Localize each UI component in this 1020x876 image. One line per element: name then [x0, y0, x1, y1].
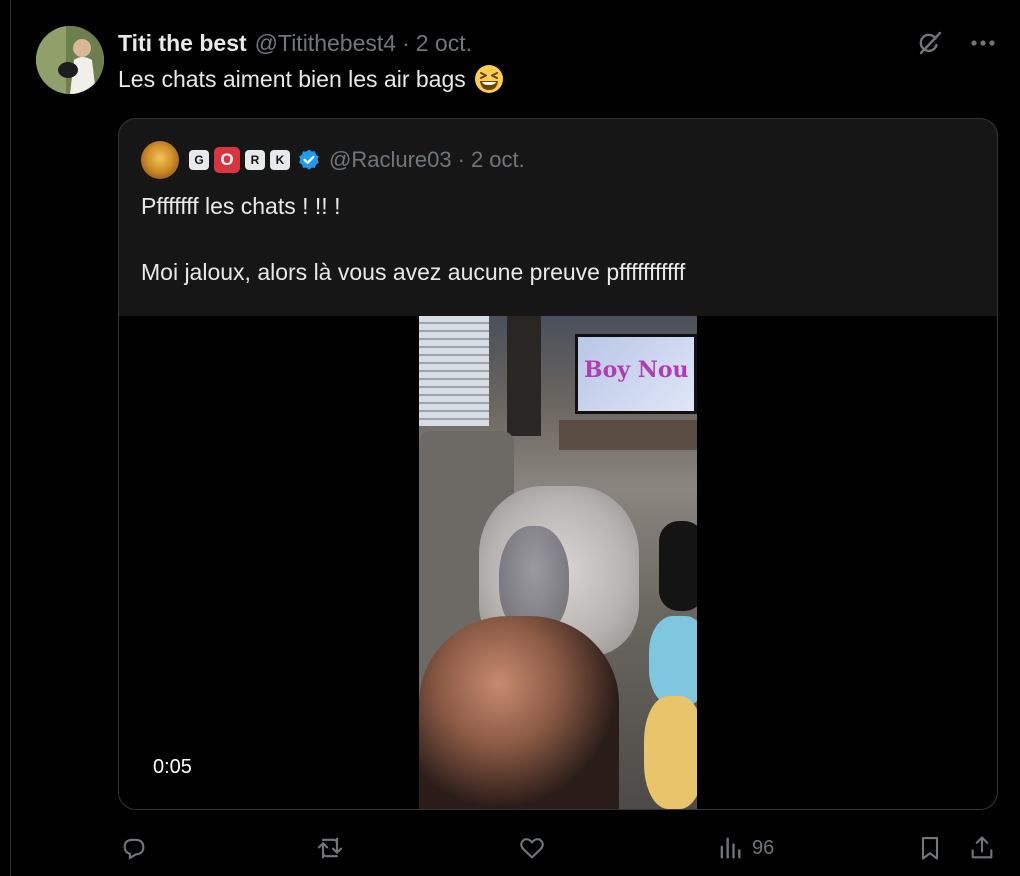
quoted-handle[interactable]: @Raclure03 — [329, 147, 452, 173]
bookmark-button[interactable] — [916, 826, 944, 870]
blue-pillow — [649, 616, 697, 706]
reply-icon — [123, 838, 145, 860]
reply-button[interactable] — [120, 826, 148, 870]
tv-screen: Boy Nou — [575, 334, 697, 414]
share-button[interactable] — [968, 826, 996, 870]
repost-icon — [317, 837, 343, 859]
view-count: 96 — [752, 836, 775, 859]
badge-letter-k: K — [270, 150, 290, 170]
display-name[interactable]: Titi the best — [118, 30, 247, 57]
tweet-top-actions — [914, 28, 998, 58]
person — [419, 616, 619, 809]
badge-letter-o: O — [214, 147, 240, 173]
grok-icon[interactable] — [914, 28, 944, 58]
repost-button[interactable] — [316, 826, 344, 870]
avatar[interactable] — [36, 26, 104, 94]
share-icon — [971, 836, 993, 859]
timeline-border — [10, 0, 11, 876]
quoted-tweet[interactable]: G O R K @Raclure03 · 2 oct. Pfffffff les… — [118, 118, 998, 810]
window-blinds — [419, 316, 489, 426]
separator-dot: · — [402, 29, 410, 56]
video-player[interactable]: Boy Nou 0:05 — [119, 316, 997, 809]
separator-dot: · — [457, 147, 465, 172]
tweet-text: Les chats aiment bien les air bags — [118, 65, 466, 92]
more-icon[interactable] — [968, 28, 998, 58]
user-handle[interactable]: @Titithebest4 — [255, 30, 396, 57]
quoted-text-line-1: Pfffffff les chats ! !! ! — [141, 193, 341, 219]
views-icon — [720, 837, 741, 859]
like-button[interactable] — [518, 826, 546, 870]
quoted-date: 2 oct. — [470, 147, 525, 172]
quoted-tweet-header: G O R K @Raclure03 · 2 oct. — [141, 141, 525, 179]
bookmark-icon — [921, 837, 939, 860]
video-timestamp: 0:05 — [153, 756, 192, 778]
video-frame: Boy Nou — [419, 316, 697, 809]
tweet-actions: 96 — [118, 826, 998, 870]
bookshelf — [507, 316, 541, 436]
grinning-squinting-face-emoji — [474, 64, 504, 94]
yellow-pillow — [644, 696, 697, 809]
badge-letter-r: R — [245, 150, 265, 170]
heart-icon — [520, 838, 544, 859]
views-button[interactable]: 96 — [716, 826, 774, 870]
tweet-header: Titi the best @Titithebest4 · 2 oct. — [118, 27, 472, 59]
side-table — [659, 521, 697, 611]
verified-badge-icon — [297, 148, 321, 172]
tweet-text-row: Les chats aiment bien les air bags — [118, 64, 504, 94]
tv-cabinet — [559, 420, 697, 450]
badge-letter-g: G — [189, 150, 209, 170]
tweet-date[interactable]: 2 oct. — [416, 30, 472, 57]
quoted-text-line-2: Moi jaloux, alors là vous avez aucune pr… — [141, 259, 686, 285]
quoted-avatar[interactable] — [141, 141, 179, 179]
tv-text: Boy Nou — [584, 357, 689, 383]
